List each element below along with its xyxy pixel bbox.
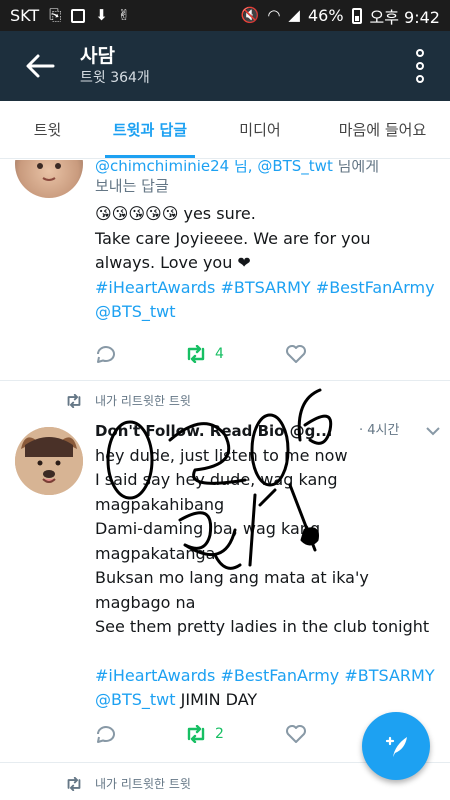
heart-icon: [286, 725, 306, 743]
tab-tweets-and-replies[interactable]: 트윗과 답글: [95, 101, 205, 158]
avatar[interactable]: [15, 160, 83, 198]
tweet-count: 트윗 364개: [80, 70, 150, 86]
reply-button[interactable]: [95, 344, 185, 364]
tweet-text: hey dude, just listen to me now I said s…: [95, 444, 440, 713]
wifi-icon: ◠: [267, 6, 281, 24]
tweet-actions: 2: [95, 721, 345, 747]
reply-icon: [97, 726, 115, 743]
battery-icon: [351, 7, 362, 24]
heart-icon: [286, 345, 306, 363]
retweet-button[interactable]: 2: [185, 725, 285, 743]
clock: 오후 9:42: [369, 7, 440, 27]
victory-icon: ✌: [117, 6, 131, 24]
mention-link[interactable]: @BTS_twt: [95, 302, 176, 321]
tab-media[interactable]: 미디어: [205, 101, 315, 158]
page-title: 사담: [80, 45, 115, 67]
more-dot-icon: [416, 62, 424, 70]
tweet-feed[interactable]: @chimchiminie24 님, @BTS_twt 님에게 보내는 답글 😘…: [0, 160, 450, 800]
more-options-button[interactable]: [390, 31, 450, 101]
more-dot-icon: [416, 49, 424, 57]
compose-tweet-button[interactable]: [362, 712, 430, 780]
reply-context: @chimchiminie24 님, @BTS_twt 님에게 보내는 답글: [95, 160, 440, 196]
avatar[interactable]: [15, 427, 83, 495]
chevron-down-icon[interactable]: [426, 426, 440, 436]
download-icon: ⬇: [95, 6, 108, 24]
retweet-small-icon: [67, 393, 81, 408]
mute-icon: 🔇: [240, 6, 260, 24]
tweet-item[interactable]: @chimchiminie24 님, @BTS_twt 님에게 보내는 답글 😘…: [0, 160, 450, 380]
retweet-header: 내가 리트윗한 트윗: [65, 392, 191, 409]
back-arrow-icon: [26, 54, 55, 78]
tweet-actions: 4: [95, 341, 345, 367]
like-button[interactable]: [285, 724, 307, 744]
emoji: 😘😘😘😘😘: [95, 204, 179, 223]
hashtag-links[interactable]: #iHeartAwards #BTSARMY #BestFanArmy: [95, 278, 435, 297]
signal-icon: ◢: [288, 6, 300, 24]
author-name[interactable]: Don't Follow. Read Bio @g...: [95, 419, 333, 444]
battery-percent: 46%: [307, 6, 344, 25]
tab-likes[interactable]: 마음에 들어요: [315, 101, 450, 158]
notification-icon: ⎘: [49, 6, 62, 24]
retweet-small-icon: [67, 776, 81, 791]
retweet-icon: [187, 345, 205, 363]
tab-tweets[interactable]: 트윗: [0, 101, 95, 158]
timestamp: · 4시간: [359, 423, 400, 438]
mention-link[interactable]: @BTS_twt: [95, 690, 176, 709]
tweet-body: @chimchiminie24 님, @BTS_twt 님에게 보내는 답글 😘…: [95, 160, 440, 325]
avatar-dog-filter-icon: [15, 427, 83, 495]
tweet-body: Don't Follow. Read Bio @g... · 4시간 hey d…: [95, 419, 440, 713]
retweet-header: 내가 리트윗한 트윗: [65, 775, 191, 792]
retweet-button[interactable]: 4: [185, 345, 285, 363]
retweet-count: 4: [215, 346, 224, 362]
carrier-label: SKT: [10, 6, 40, 25]
reply-icon: [97, 346, 115, 363]
tweet-item[interactable]: 내가 리트윗한 트윗 Don't Follow. Read Bio @g... …: [0, 381, 450, 761]
retweet-count: 2: [215, 726, 224, 742]
reply-button[interactable]: [95, 724, 185, 744]
tweet-text: 😘😘😘😘😘 yes sure. Take care Joyieeee. We a…: [95, 204, 435, 321]
retweet-icon: [187, 725, 205, 743]
hashtag-links[interactable]: #iHeartAwards #BestFanArmy #BTSARMY: [95, 664, 440, 689]
profile-tabs: 트윗 트윗과 답글 미디어 마음에 들어요: [0, 101, 450, 159]
more-dot-icon: [416, 75, 424, 83]
avatar-face-icon: [37, 163, 61, 181]
mention-link[interactable]: @chimchiminie24 님,: [95, 160, 257, 175]
image-icon: [71, 8, 86, 23]
back-button[interactable]: [0, 31, 80, 101]
compose-feather-icon: [385, 736, 407, 757]
app-bar: 사담 트윗 364개: [0, 31, 450, 101]
status-bar: SKT ⎘ ⬇ ✌ 🔇 ◠ ◢ 46% 오후 9:42: [0, 0, 450, 31]
mention-link[interactable]: @BTS_twt: [257, 160, 333, 175]
like-button[interactable]: [285, 344, 307, 364]
